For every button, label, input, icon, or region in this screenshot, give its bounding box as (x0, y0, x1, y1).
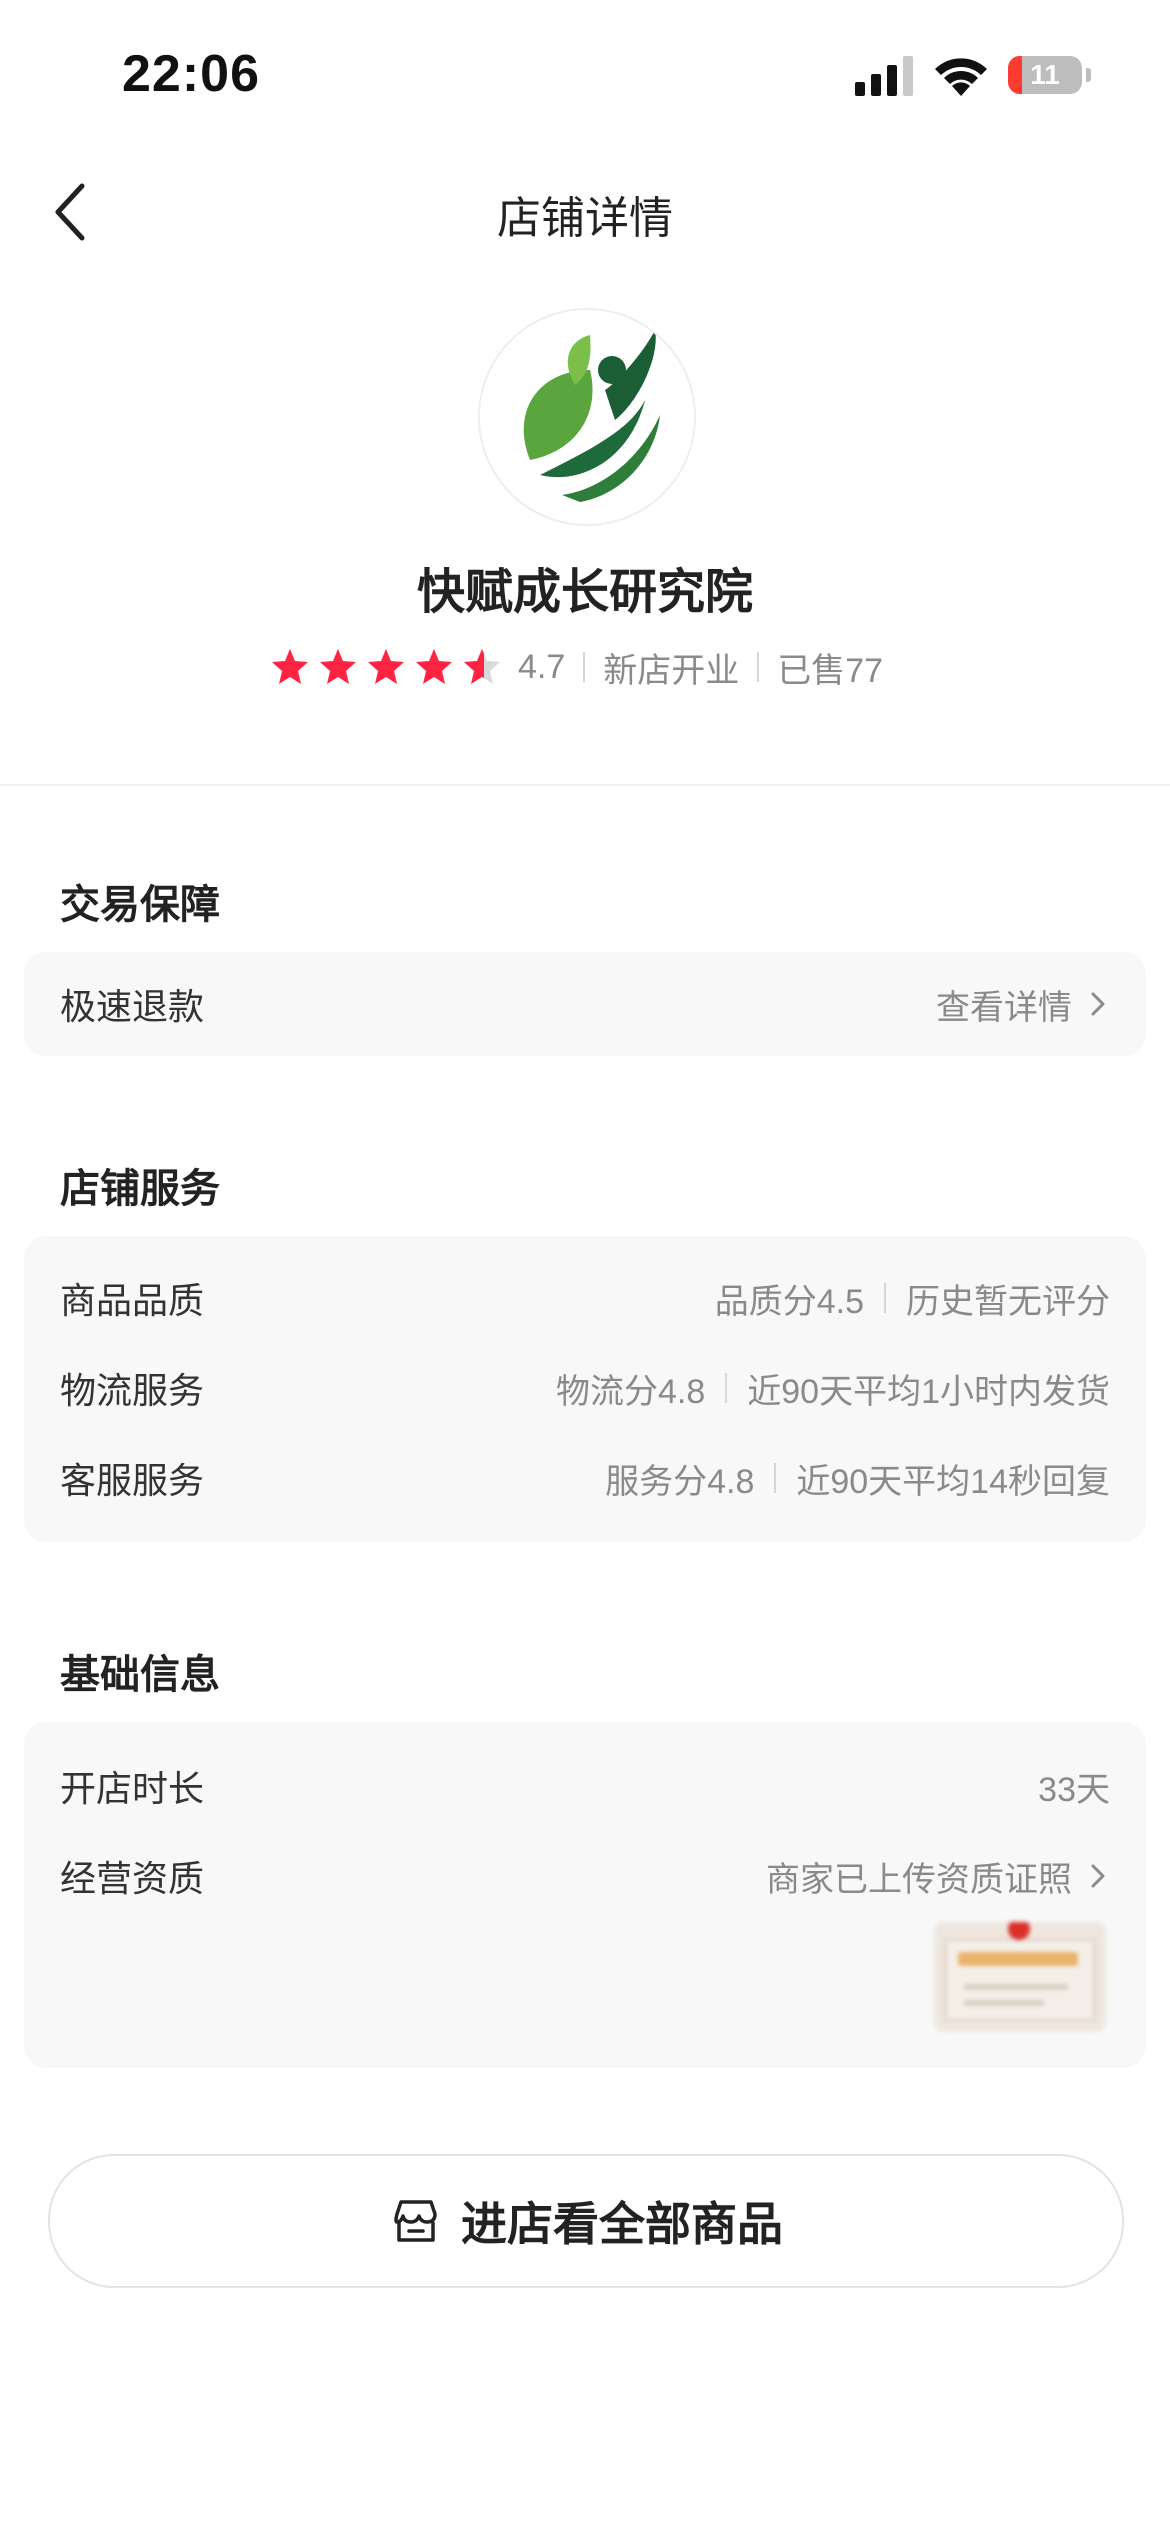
star-full-icon (320, 649, 356, 684)
shop-tag: 新店开业 (603, 651, 740, 690)
view-details-link[interactable]: 查看详情 (936, 980, 1072, 1029)
divider (757, 652, 760, 682)
shop-logo (478, 308, 696, 526)
license-thumbnail[interactable] (934, 1922, 1106, 2032)
shop-duration-value: 33天 (1038, 1770, 1110, 1809)
enter-store-button[interactable]: 进店看全部商品 (48, 2154, 1124, 2288)
service-score: 物流分4.8 (556, 1372, 706, 1411)
service-desc: 近90天平均14秒回复 (796, 1462, 1110, 1501)
fast-refund-label: 极速退款 (60, 986, 205, 1027)
service-row-label: 商品品质 (60, 1280, 205, 1321)
service-row-customer: 客服服务 服务分4.8 近90天平均14秒回复 (60, 1448, 1110, 1508)
star-full-icon (368, 649, 404, 684)
service-section-title: 店铺服务 (60, 1167, 220, 1211)
sold-count: 已售77 (777, 651, 884, 690)
rating-score: 4.7 (518, 647, 566, 686)
divider (583, 652, 586, 682)
chevron-right-icon (1091, 1864, 1105, 1888)
basic-row-duration: 开店时长 33天 (60, 1756, 1110, 1816)
service-row-label: 物流服务 (60, 1370, 205, 1411)
star-half-icon (464, 649, 500, 684)
status-bar: 22:06 11 (0, 0, 1170, 150)
star-full-icon (272, 649, 308, 684)
store-icon (394, 2200, 437, 2242)
battery-icon: 11 (1008, 56, 1092, 96)
service-card: 商品品质 品质分4.5 历史暂无评分 物流服务 物流分4.8 近90天平均1小时… (24, 1236, 1146, 1542)
shop-rating-row: 4.7 新店开业 已售77 (270, 640, 883, 694)
nav-bar: 店铺详情 (0, 160, 1170, 260)
shop-name: 快赋成长研究院 (416, 566, 753, 619)
basic-row-license[interactable]: 经营资质 商家已上传资质证照 (60, 1846, 1110, 1906)
divider (774, 1463, 777, 1493)
service-desc: 历史暂无评分 (906, 1282, 1110, 1321)
status-time: 22:06 (122, 45, 260, 103)
page-title: 店铺详情 (497, 194, 673, 243)
chevron-right-icon (1091, 992, 1105, 1016)
service-row-logistics: 物流服务 物流分4.8 近90天平均1小时内发货 (60, 1358, 1110, 1418)
trade-section-title: 交易保障 (60, 883, 220, 927)
basic-card: 开店时长 33天 经营资质 商家已上传资质证照 (24, 1722, 1146, 2068)
service-row-label: 客服服务 (60, 1460, 205, 1501)
service-row-quality: 商品品质 品质分4.5 历史暂无评分 (60, 1268, 1110, 1328)
divider (725, 1373, 728, 1403)
service-score: 品质分4.5 (714, 1282, 864, 1321)
divider (884, 1283, 886, 1313)
service-desc: 近90天平均1小时内发货 (747, 1372, 1110, 1411)
trade-card: 极速退款 查看详情 (24, 952, 1146, 1056)
star-full-icon (416, 649, 452, 684)
battery-level: 11 (1030, 59, 1060, 90)
wifi-icon (935, 58, 987, 96)
basic-row-label: 经营资质 (60, 1858, 205, 1899)
section-divider (0, 784, 1170, 786)
enter-store-label: 进店看全部商品 (461, 2198, 783, 2250)
basic-section-title: 基础信息 (60, 1653, 220, 1697)
basic-row-label: 开店时长 (60, 1768, 205, 1809)
cellular-signal-icon (855, 56, 913, 96)
service-score: 服务分4.8 (605, 1462, 755, 1501)
license-link[interactable]: 商家已上传资质证照 (766, 1852, 1072, 1901)
fast-refund-row[interactable]: 极速退款 查看详情 (60, 974, 1110, 1034)
leaf-person-logo-icon (480, 310, 694, 524)
